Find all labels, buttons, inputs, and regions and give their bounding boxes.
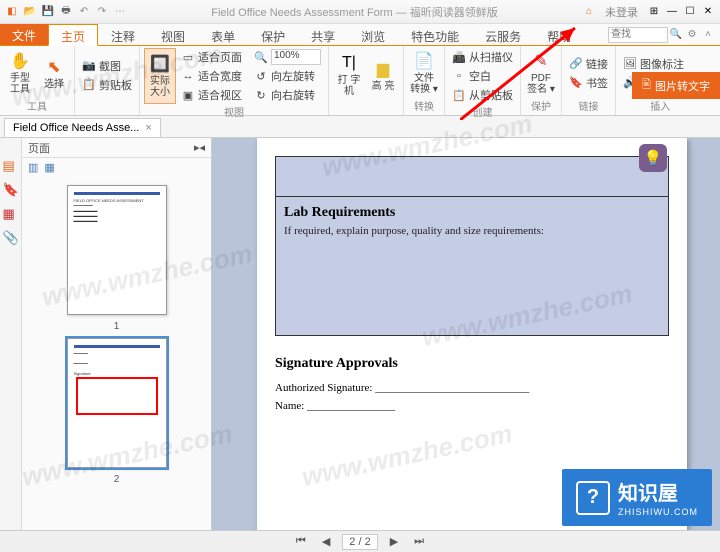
sig-heading: Signature Approvals — [275, 356, 669, 372]
document-tab-bar: Field Office Needs Asse... × — [0, 116, 720, 138]
signature-section: Signature Approvals Authorized Signature… — [275, 356, 669, 412]
gear-icon[interactable]: ⚙ — [684, 27, 700, 43]
ribbon: ✋手型 工具 ⬉选择 工具 📷截图 📋剪贴板 🔲实际 大小 ▭适合页面 ↔适合宽… — [0, 46, 720, 116]
pdf-sign-button[interactable]: ✎PDF 签名 ▾ — [525, 48, 557, 98]
brand-name: 知识屋 — [618, 477, 698, 506]
image-to-text-button[interactable]: 🖹图片转文字 — [632, 72, 720, 99]
image-annot-button[interactable]: 🖼图像标注 — [620, 55, 700, 73]
open-icon[interactable]: 📂 — [22, 4, 38, 20]
clipboard-button[interactable]: 📋剪贴板 — [79, 76, 135, 94]
thumbnail-page-2[interactable]: ━━━━━━━━━━━━Signature — [67, 338, 167, 468]
menu-bar: 文件 主页 注释 视图 表单 保护 共享 浏览 特色功能 云服务 帮助 🔍 ⚙ … — [0, 24, 720, 46]
select-tool-button[interactable]: ⬉选择 — [38, 48, 70, 98]
document-tab-label: Field Office Needs Asse... — [13, 122, 139, 134]
undo-icon[interactable]: ↶ — [76, 4, 92, 20]
more-icon[interactable]: ⋯ — [112, 4, 128, 20]
ocr-icon: 🖹 — [642, 76, 651, 95]
thumb-label-1: 1 — [114, 321, 120, 332]
highlight-button[interactable]: ▆高 亮 — [367, 48, 399, 102]
next-page-button[interactable]: ▶ — [386, 535, 402, 548]
from-clipboard-button[interactable]: 📋从剪贴板 — [449, 86, 516, 104]
bookmark-button[interactable]: 🔖书签 — [566, 74, 611, 92]
tab-share[interactable]: 共享 — [298, 24, 348, 45]
maximize-icon[interactable]: ☐ — [682, 4, 698, 20]
blank-page-button[interactable]: ▫空白 — [449, 67, 516, 85]
thumbnails-icon[interactable]: ▤ — [3, 158, 19, 174]
first-page-button[interactable]: ⏮ — [292, 535, 310, 548]
tab-features[interactable]: 特色功能 — [398, 24, 472, 45]
tab-protect[interactable]: 保护 — [248, 24, 298, 45]
thumbnail-page-1[interactable]: FIELD OFFICE NEEDS ASSESSMENT━━━━━━━━▬▬▬… — [67, 185, 167, 315]
last-page-button[interactable]: ⏭ — [410, 535, 428, 548]
page-indicator[interactable]: 2 / 2 — [342, 534, 377, 550]
tab-form[interactable]: 表单 — [198, 24, 248, 45]
minimize-icon[interactable]: — — [664, 4, 680, 20]
actual-size-button[interactable]: 🔲实际 大小 — [144, 48, 176, 104]
search-input[interactable] — [608, 27, 668, 43]
link-button[interactable]: 🔗链接 — [566, 55, 611, 73]
typewriter-button[interactable]: T|打 字机 — [333, 48, 365, 102]
side-toolbar: ▤ 🔖 ▦ 📎 — [0, 138, 22, 530]
search-icon[interactable]: 🔍 — [668, 27, 684, 43]
lab-requirements-section: Lab Requirements If required, explain pu… — [275, 196, 669, 336]
save-icon[interactable]: 💾 — [40, 4, 56, 20]
zoom-select[interactable]: 🔍100% — [251, 48, 324, 66]
title-bar: ◧ 📂 💾 🖶 ↶ ↷ ⋯ Field Office Needs Assessm… — [0, 0, 720, 24]
thumb-tool2-icon[interactable]: ▦ — [44, 161, 54, 174]
thumb-label-2: 2 — [114, 474, 120, 485]
rotate-right-button[interactable]: ↻向右旋转 — [251, 86, 324, 104]
tab-comment[interactable]: 注释 — [98, 24, 148, 45]
brand-sub: ZHISHIWU.COM — [618, 507, 698, 517]
bookmarks-icon[interactable]: 🔖 — [3, 182, 19, 198]
lab-heading: Lab Requirements — [284, 205, 660, 221]
login-status[interactable]: 未登录 — [599, 4, 644, 20]
attachments-icon[interactable]: 📎 — [3, 230, 19, 246]
tab-browse[interactable]: 浏览 — [348, 24, 398, 45]
panel-title: 页面 — [28, 140, 50, 156]
lab-text: If required, explain purpose, quality an… — [284, 225, 660, 237]
thumb-tool-icon[interactable]: ▥ — [28, 161, 38, 174]
status-bar: ⏮ ◀ 2 / 2 ▶ ⏭ — [0, 530, 720, 552]
fit-width-button[interactable]: ↔适合宽度 — [178, 67, 245, 85]
tab-help[interactable]: 帮助 — [534, 24, 584, 45]
collapse-ribbon-icon[interactable]: ˄ — [700, 27, 716, 43]
print-icon[interactable]: 🖶 — [58, 4, 74, 20]
hand-tool-button[interactable]: ✋手型 工具 — [4, 48, 36, 98]
sig-line-1: Authorized Signature: __________________… — [275, 382, 669, 394]
window-title: Field Office Needs Assessment Form — 福昕阅… — [132, 4, 577, 20]
panel-menu-icon[interactable]: ▸◂ — [194, 141, 205, 154]
tab-home[interactable]: 主页 — [48, 24, 98, 46]
fit-page-button[interactable]: ▭适合页面 — [178, 48, 245, 66]
close-icon[interactable]: ✕ — [700, 4, 716, 20]
tab-cloud[interactable]: 云服务 — [472, 24, 534, 45]
prev-page-button[interactable]: ◀ — [318, 535, 334, 548]
tab-view[interactable]: 视图 — [148, 24, 198, 45]
from-scanner-button[interactable]: 📠从扫描仪 — [449, 48, 516, 66]
brand-overlay: ? 知识屋ZHISHIWU.COM — [562, 469, 712, 526]
redo-icon[interactable]: ↷ — [94, 4, 110, 20]
file-convert-button[interactable]: 📄文件 转换 ▾ — [408, 48, 440, 98]
layers-icon[interactable]: ▦ — [3, 206, 19, 222]
home-icon[interactable]: ⌂ — [581, 4, 597, 20]
grid-icon[interactable]: ⊞ — [646, 4, 662, 20]
app-icon: ◧ — [4, 4, 20, 20]
document-tab[interactable]: Field Office Needs Asse... × — [4, 118, 161, 137]
highlight-box — [76, 377, 158, 415]
close-tab-icon[interactable]: × — [145, 122, 151, 134]
thumbnails-panel: 页面 ▸◂ ▥ ▦ FIELD OFFICE NEEDS ASSESSMENT━━━… — [22, 138, 212, 530]
brand-logo-icon: ? — [576, 481, 610, 515]
fit-visible-button[interactable]: ▣适合视区 — [178, 86, 245, 104]
rotate-left-button[interactable]: ↺向左旋转 — [251, 67, 324, 85]
hint-bulb-icon[interactable]: 💡 — [639, 144, 667, 172]
snapshot-button[interactable]: 📷截图 — [79, 57, 135, 75]
sig-line-2: Name: ________________ — [275, 400, 669, 412]
file-tab[interactable]: 文件 — [0, 24, 48, 45]
